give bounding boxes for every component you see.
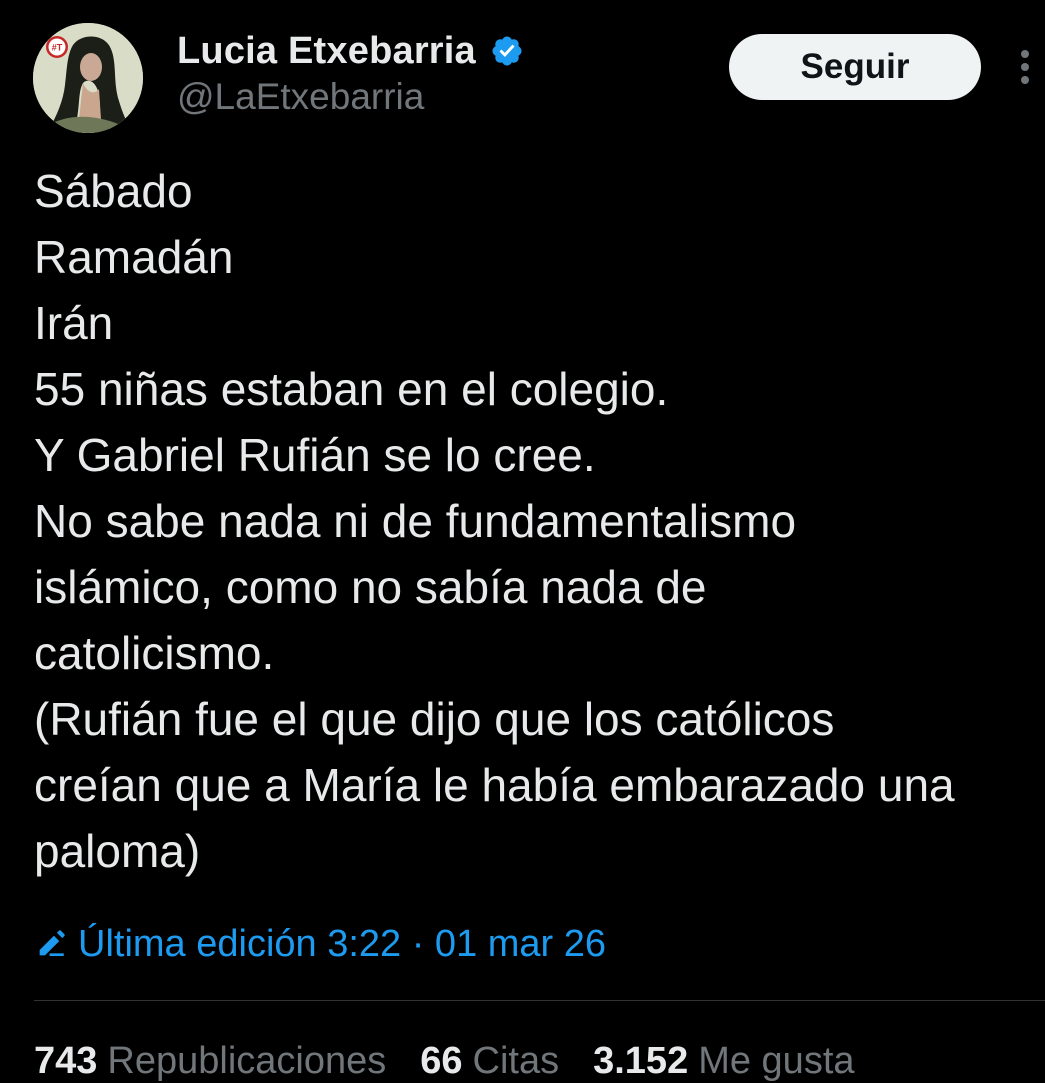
author-display-name[interactable]: Lucia Etxebarria <box>177 30 476 73</box>
follow-button[interactable]: Seguir <box>729 34 981 100</box>
likes-stat[interactable]: 3.152 Me gusta <box>593 1040 854 1083</box>
tweet-line: (Rufián fue el que dijo que los católico… <box>34 693 835 745</box>
more-options-icon[interactable] <box>1010 44 1040 90</box>
edit-history-link[interactable]: Última edición 3:22 · 01 mar 26 <box>34 918 606 970</box>
more-dot <box>1021 50 1029 58</box>
edit-timestamp[interactable]: Última edición 3:22 · 01 mar 26 <box>78 923 606 966</box>
quotes-count: 66 <box>420 1040 463 1082</box>
divider <box>34 1000 1045 1001</box>
quotes-stat[interactable]: 66 Citas <box>420 1040 559 1083</box>
avatar-image: #T <box>33 23 143 133</box>
tweet-line: 55 niñas estaban en el colegio. <box>34 363 669 415</box>
more-dot <box>1021 63 1029 71</box>
tweet-line: creían que a María le había embarazado u… <box>34 759 955 811</box>
reposts-stat[interactable]: 743 Republicaciones <box>34 1040 386 1083</box>
tweet-line: Irán <box>34 297 114 349</box>
author-handle[interactable]: @LaEtxebarria <box>177 76 424 118</box>
tweet-line: Y Gabriel Rufián se lo cree. <box>34 429 596 481</box>
tweet-text: Sábado Ramadán Irán 55 niñas estaban en … <box>34 158 1045 884</box>
likes-label: Me gusta <box>698 1040 855 1082</box>
pencil-icon <box>39 930 65 957</box>
tweet-line: paloma) <box>34 825 201 877</box>
quotes-label: Citas <box>472 1040 560 1082</box>
reposts-label: Republicaciones <box>107 1040 387 1082</box>
tweet-header: #T Lucia Etxebarria @LaEtxebarria Seguir <box>0 0 1045 140</box>
more-dot <box>1021 76 1029 84</box>
author-name-row: Lucia Etxebarria <box>177 28 524 74</box>
reposts-count: 743 <box>34 1040 98 1082</box>
tweet-line: No sabe nada ni de fundamentalismo <box>34 495 797 547</box>
avatar-badge: #T <box>52 43 63 53</box>
tweet-line: islámico, como no sabía nada de <box>34 561 707 613</box>
tweet-line: catolicismo. <box>34 627 275 679</box>
tweet-line: Ramadán <box>34 231 234 283</box>
tweet-line: Sábado <box>34 165 193 217</box>
verified-badge-icon[interactable] <box>490 34 524 68</box>
engagement-stats: 743 Republicaciones 66 Citas 3.152 Me gu… <box>34 1040 889 1083</box>
avatar[interactable]: #T <box>33 23 143 133</box>
likes-count: 3.152 <box>593 1040 689 1082</box>
